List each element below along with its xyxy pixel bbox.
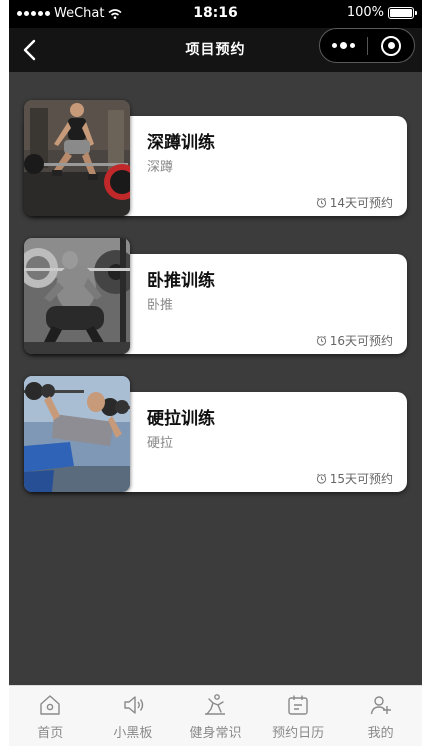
project-title: 卧推训练 (147, 271, 215, 291)
more-icon (332, 43, 337, 48)
tab-home[interactable]: 首页 (9, 686, 92, 746)
phone-screen: WeChat 18:16 100% 项目预约 深蹲训练 深蹲 14天可预约 卧推… (9, 0, 422, 746)
tab-booking-calendar[interactable]: 预约日历 (257, 686, 340, 746)
more-options-button[interactable] (320, 29, 367, 62)
deadlift-photo (24, 376, 130, 492)
target-icon (381, 35, 401, 56)
availability-label: 15天可预约 (316, 470, 393, 487)
alarm-clock-icon (316, 197, 326, 208)
tab-fitness-knowledge[interactable]: 健身常识 (174, 686, 257, 746)
availability-text: 14天可预约 (329, 196, 393, 210)
availability-label: 16天可预约 (316, 332, 393, 349)
user-add-icon (370, 696, 391, 715)
bench-press-photo (24, 238, 130, 354)
project-subtitle: 硬拉 (147, 436, 174, 451)
project-card-bench-press[interactable]: 卧推训练 卧推 16天可预约 (24, 238, 407, 354)
project-subtitle: 卧推 (147, 298, 174, 313)
tab-bar: 首页 小黑板 健身常识 预约日历 我的 (9, 685, 422, 746)
battery-group: 100% (346, 5, 417, 20)
project-card-deadlift[interactable]: 硬拉训练 硬拉 15天可预约 (24, 376, 407, 492)
navigation-bar: 项目预约 (9, 28, 422, 72)
calendar-icon (288, 695, 308, 715)
tab-label: 健身常识 (189, 726, 242, 741)
squat-photo (24, 100, 130, 216)
project-card-squat[interactable]: 深蹲训练 深蹲 14天可预约 (24, 100, 407, 216)
home-icon (40, 695, 60, 715)
availability-text: 15天可预约 (329, 472, 393, 486)
speaker-icon (124, 696, 144, 714)
tab-label: 小黑板 (113, 726, 153, 741)
availability-text: 16天可预约 (329, 334, 393, 348)
project-subtitle: 深蹲 (147, 160, 174, 175)
tab-blackboard[interactable]: 小黑板 (92, 686, 175, 746)
tab-label: 我的 (367, 726, 394, 741)
close-miniprogram-button[interactable] (368, 29, 414, 62)
battery-percent: 100% (346, 5, 384, 20)
tab-label: 首页 (37, 726, 64, 741)
battery-icon (388, 6, 417, 19)
status-bar: WeChat 18:16 100% (9, 0, 422, 28)
availability-label: 14天可预约 (316, 194, 393, 211)
fitness-icon (205, 694, 226, 715)
tab-label: 预约日历 (272, 726, 325, 741)
tab-mine[interactable]: 我的 (339, 686, 422, 746)
project-title: 硬拉训练 (147, 409, 215, 429)
alarm-clock-icon (316, 473, 326, 484)
project-title: 深蹲训练 (147, 133, 215, 153)
miniprogram-capsule (319, 28, 415, 63)
alarm-clock-icon (316, 335, 326, 346)
